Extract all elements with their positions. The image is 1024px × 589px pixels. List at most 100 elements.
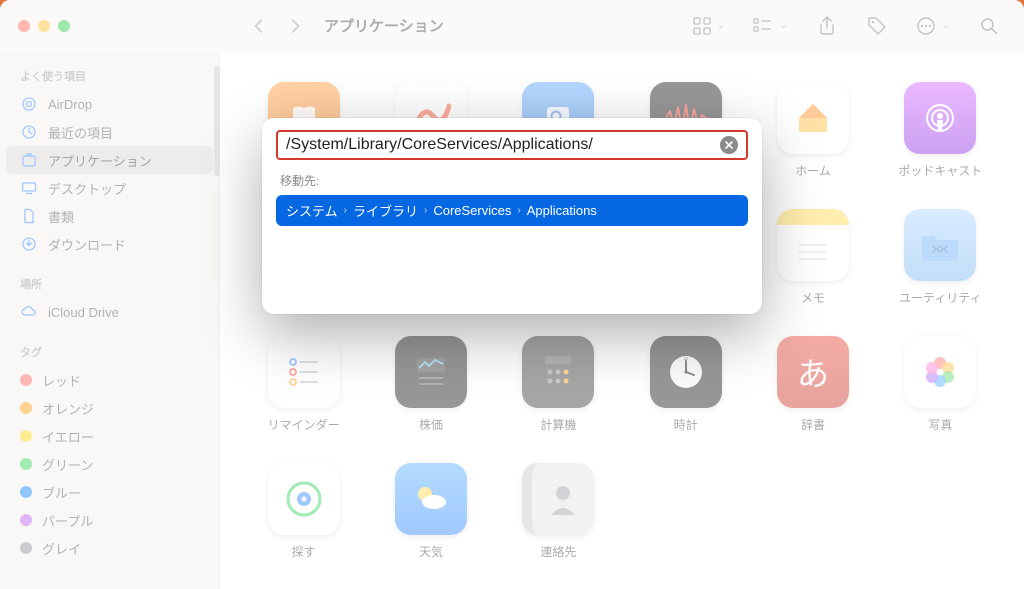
sidebar-item-recents[interactable]: 最近の項目 bbox=[6, 118, 213, 146]
app-label: ホーム bbox=[795, 162, 831, 179]
goto-result-row[interactable]: システム › ライブラリ › CoreServices › Applicatio… bbox=[276, 195, 748, 226]
sidebar-item-label: オレンジ bbox=[42, 399, 94, 418]
app-podcasts[interactable]: ポッドキャスト bbox=[887, 82, 994, 179]
folder-utilities-icon bbox=[904, 209, 976, 281]
sidebar-item-icloud[interactable]: iCloud Drive bbox=[6, 298, 213, 326]
tag-dot-icon bbox=[20, 374, 32, 386]
app-label: メモ bbox=[801, 289, 825, 306]
notes-icon bbox=[777, 209, 849, 281]
minimize-button[interactable] bbox=[38, 20, 50, 32]
app-label: ポッドキャスト bbox=[898, 162, 982, 179]
weather-icon bbox=[395, 463, 467, 535]
app-label: 時計 bbox=[674, 416, 698, 433]
sidebar-tag-gray[interactable]: グレイ bbox=[6, 534, 213, 562]
back-button[interactable] bbox=[250, 17, 268, 35]
chevron-right-icon: › bbox=[517, 205, 520, 216]
chevron-down-icon: ⌄ bbox=[717, 20, 725, 31]
sidebar-item-label: ダウンロード bbox=[48, 235, 126, 254]
sidebar-tag-blue[interactable]: ブルー bbox=[6, 478, 213, 506]
group-button[interactable]: ⌄ bbox=[753, 17, 787, 35]
app-label: リマインダー bbox=[268, 416, 340, 433]
calculator-icon bbox=[522, 336, 594, 408]
sidebar-tag-orange[interactable]: オレンジ bbox=[6, 394, 213, 422]
share-button[interactable] bbox=[816, 15, 838, 37]
sidebar-item-label: パープル bbox=[42, 511, 93, 530]
sidebar-item-label: iCloud Drive bbox=[48, 305, 119, 320]
zoom-button[interactable] bbox=[58, 20, 70, 32]
sidebar-item-desktop[interactable]: デスクトップ bbox=[6, 174, 213, 202]
sidebar-tag-green[interactable]: グリーン bbox=[6, 450, 213, 478]
sidebar-item-downloads[interactable]: ダウンロード bbox=[6, 230, 213, 258]
tag-dot-icon bbox=[20, 542, 32, 554]
app-label: 株価 bbox=[419, 416, 443, 433]
tag-dot-icon bbox=[20, 514, 32, 526]
search-button[interactable] bbox=[978, 15, 1000, 37]
app-photos[interactable]: 写真 bbox=[887, 336, 994, 433]
sidebar-item-label: 書類 bbox=[48, 207, 74, 226]
sidebar-tag-yellow[interactable]: イエロー bbox=[6, 422, 213, 450]
app-clock[interactable]: 12 時計 bbox=[632, 336, 739, 433]
goto-section-label: 移動先: bbox=[276, 172, 748, 189]
app-weather[interactable]: 天気 bbox=[377, 463, 484, 560]
forward-button[interactable] bbox=[286, 17, 304, 35]
window-controls bbox=[0, 20, 220, 32]
app-reminders[interactable]: リマインダー bbox=[250, 336, 357, 433]
clock-icon bbox=[20, 123, 38, 141]
sidebar-section-locations: 場所 bbox=[0, 270, 219, 298]
sidebar-item-label: AirDrop bbox=[48, 97, 92, 112]
view-mode-button[interactable]: ⌄ bbox=[693, 17, 725, 35]
toolbar-right: ⌄ ⌄ ⌄ bbox=[693, 15, 1012, 37]
app-label: 天気 bbox=[419, 543, 443, 560]
svg-text:12: 12 bbox=[683, 356, 688, 361]
app-utilities[interactable]: ユーティリティ bbox=[887, 209, 994, 306]
action-button[interactable]: ⌄ bbox=[916, 16, 950, 36]
app-stocks[interactable]: 株価 bbox=[377, 336, 484, 433]
sidebar-item-label: レッド bbox=[42, 371, 81, 390]
app-calculator[interactable]: 計算機 bbox=[505, 336, 612, 433]
goto-crumb: ライブラリ bbox=[353, 201, 418, 220]
chevron-right-icon: › bbox=[344, 205, 347, 216]
tags-button[interactable] bbox=[866, 15, 888, 37]
app-notes[interactable]: メモ bbox=[759, 209, 866, 306]
sidebar-item-documents[interactable]: 書類 bbox=[6, 202, 213, 230]
tag-dot-icon bbox=[20, 430, 32, 442]
goto-crumb: CoreServices bbox=[433, 203, 511, 218]
app-dictionary[interactable]: あ辞書 bbox=[759, 336, 866, 433]
nav-arrows bbox=[250, 17, 304, 35]
app-findmy[interactable]: 探す bbox=[250, 463, 357, 560]
podcasts-icon bbox=[904, 82, 976, 154]
tag-dot-icon bbox=[20, 458, 32, 470]
app-label: 写真 bbox=[928, 416, 952, 433]
goto-folder-dialog: 移動先: システム › ライブラリ › CoreServices › Appli… bbox=[262, 118, 762, 314]
chevron-right-icon: › bbox=[424, 205, 427, 216]
toolbar-title: アプリケーション bbox=[324, 15, 444, 36]
app-label: 計算機 bbox=[540, 416, 576, 433]
sidebar-tag-red[interactable]: レッド bbox=[6, 366, 213, 394]
app-label: 探す bbox=[292, 543, 316, 560]
dictionary-icon: あ bbox=[777, 336, 849, 408]
sidebar-item-label: グレイ bbox=[42, 539, 81, 558]
sidebar-item-label: イエロー bbox=[42, 427, 94, 446]
sidebar-item-label: ブルー bbox=[42, 483, 81, 502]
app-contacts[interactable]: 連絡先 bbox=[505, 463, 612, 560]
sidebar-tag-purple[interactable]: パープル bbox=[6, 506, 213, 534]
home-icon bbox=[777, 82, 849, 154]
sidebar-section-tags: タグ bbox=[0, 338, 219, 366]
clock-app-icon: 12 bbox=[650, 336, 722, 408]
desktop-icon bbox=[20, 179, 38, 197]
clear-input-button[interactable] bbox=[720, 136, 738, 154]
sidebar-item-label: グリーン bbox=[42, 455, 93, 474]
close-button[interactable] bbox=[18, 20, 30, 32]
document-icon bbox=[20, 207, 38, 225]
airdrop-icon bbox=[20, 95, 38, 113]
sidebar-item-applications[interactable]: アプリケーション bbox=[6, 146, 213, 174]
goto-input-wrap bbox=[276, 130, 748, 160]
sidebar-section-favorites: よく使う項目 bbox=[0, 62, 219, 90]
sidebar-item-label: 最近の項目 bbox=[48, 123, 113, 142]
app-home[interactable]: ホーム bbox=[759, 82, 866, 179]
app-label: 連絡先 bbox=[540, 543, 576, 560]
goto-path-input[interactable] bbox=[286, 136, 712, 154]
sidebar-item-airdrop[interactable]: AirDrop bbox=[6, 90, 213, 118]
sidebar-scrollbar[interactable] bbox=[214, 66, 220, 176]
stocks-icon bbox=[395, 336, 467, 408]
